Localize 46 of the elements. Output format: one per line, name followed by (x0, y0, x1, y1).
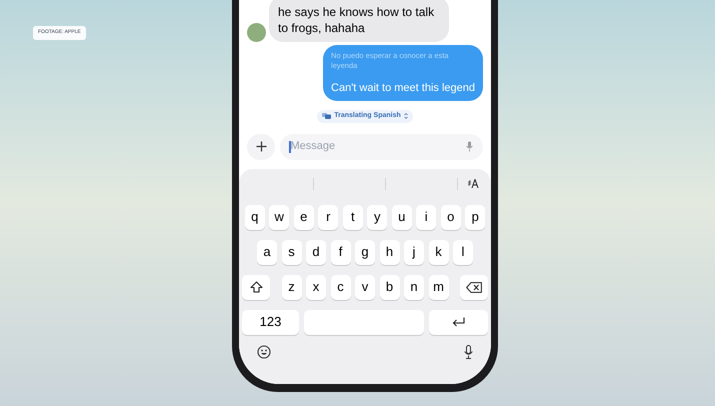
keyboard-key[interactable]: y (367, 204, 388, 230)
add-button[interactable] (247, 134, 275, 160)
keyboard-key[interactable]: h (380, 240, 400, 264)
message-field[interactable]: Message (280, 134, 483, 160)
message-text: Can't wait to meet this legend (331, 81, 475, 95)
text-format-icon (467, 179, 479, 188)
keyboard-key[interactable]: o (440, 204, 461, 230)
avatar (247, 23, 266, 42)
chevron-updown-icon (404, 113, 408, 120)
microphone-icon (466, 141, 473, 152)
keyboard-key[interactable]: t (342, 204, 363, 230)
backspace-key[interactable] (460, 274, 488, 300)
keyboard-key[interactable]: b (380, 274, 400, 300)
keyboard-key[interactable]: r (318, 204, 338, 230)
return-arrow-icon (452, 317, 465, 327)
keyboard-key[interactable]: m (428, 274, 448, 300)
keyboard-key[interactable]: s (282, 240, 302, 264)
keyboard-key[interactable]: x (306, 274, 326, 300)
keyboard-key[interactable]: i (416, 204, 436, 230)
keyboard-key[interactable]: q (244, 204, 265, 230)
keyboard-key[interactable]: c (330, 274, 350, 300)
shift-key[interactable] (242, 274, 270, 300)
keyboard-key[interactable]: k (428, 240, 448, 264)
incoming-message: he says he knows how to talk to frogs, hahaha (269, 0, 449, 42)
text-cursor (289, 140, 290, 152)
keyboard-key[interactable]: d (306, 240, 326, 264)
message-input[interactable]: Message (290, 138, 466, 155)
keyboard-key[interactable]: w (269, 204, 290, 230)
keyboard-key[interactable]: n (404, 274, 424, 300)
keyboard-key[interactable]: v (355, 274, 375, 300)
keyboard-key[interactable]: u (392, 204, 412, 230)
keyboard-key[interactable]: z (282, 274, 302, 300)
translate-icon (322, 113, 332, 120)
keyboard-key[interactable]: j (404, 240, 424, 264)
keyboard-key[interactable]: p (465, 204, 486, 230)
microphone-icon[interactable] (464, 344, 473, 358)
emoji-icon[interactable] (257, 344, 271, 358)
keyboard-key[interactable]: l (453, 240, 473, 264)
shift-arrow-icon (250, 281, 262, 293)
keyboard-key[interactable]: e (294, 204, 314, 230)
plus-icon (256, 141, 266, 152)
keyboard-key[interactable]: g (355, 240, 375, 264)
keyboard-key[interactable]: f (330, 240, 350, 264)
backspace-icon (466, 282, 482, 292)
keyboard-key[interactable]: a (257, 240, 277, 264)
numbers-key[interactable]: 123 (242, 310, 299, 334)
